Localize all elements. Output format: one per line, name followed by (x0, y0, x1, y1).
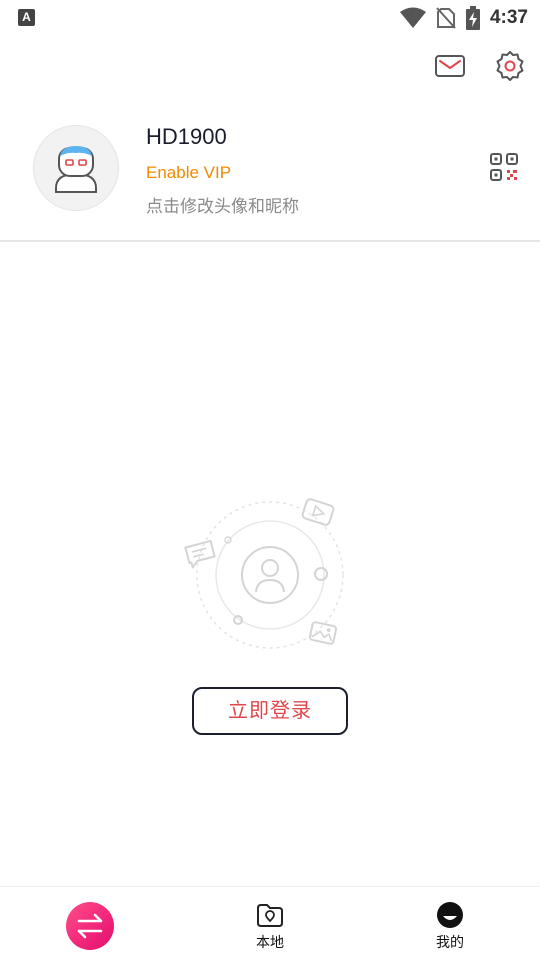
app-notification-letter: A (22, 10, 31, 24)
login-button[interactable]: 立即登录 (192, 687, 348, 735)
nav-mine-label: 我的 (436, 934, 464, 950)
nav-switch[interactable] (30, 887, 150, 961)
nav-mine[interactable]: 我的 (390, 887, 510, 961)
login-illustration (180, 490, 360, 660)
app-notification-icon: A (18, 9, 35, 26)
no-sim-icon (436, 7, 456, 29)
switch-arrows-icon[interactable] (66, 902, 114, 950)
mail-icon[interactable] (434, 50, 466, 82)
avatar[interactable] (33, 125, 119, 211)
profile-section[interactable]: HD1900 Enable VIP 点击修改头像和昵称 (0, 110, 540, 242)
status-right: 4:37 (399, 5, 528, 31)
enable-vip-link[interactable]: Enable VIP (146, 163, 231, 183)
user-face-icon (437, 902, 463, 928)
nav-local-label: 本地 (256, 934, 284, 950)
settings-icon[interactable] (494, 50, 526, 82)
bottom-nav: 本地 我的 (0, 886, 540, 961)
wifi-icon (399, 7, 426, 28)
nav-local[interactable]: 本地 (210, 887, 330, 961)
status-bar: A 4:37 (0, 0, 540, 36)
robot-avatar-icon (55, 146, 97, 193)
username[interactable]: HD1900 (146, 124, 227, 150)
edit-profile-hint: 点击修改头像和昵称 (146, 197, 299, 216)
battery-charging-icon (465, 6, 480, 30)
qr-code-icon[interactable] (490, 153, 518, 181)
folder-icon (257, 904, 283, 927)
status-time: 4:37 (489, 7, 528, 28)
